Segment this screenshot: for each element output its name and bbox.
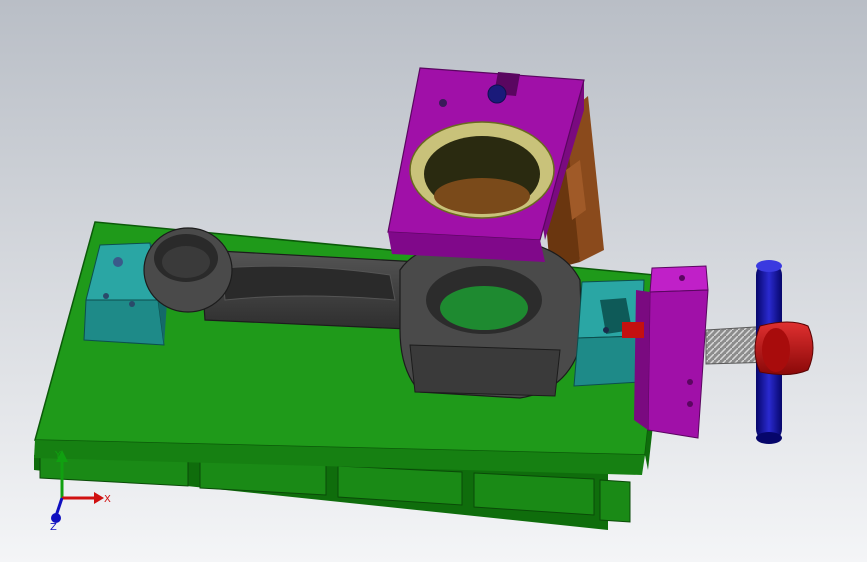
fixture-assembly-model[interactable]: Y X Z: [0, 0, 867, 562]
axis-x-label: X: [104, 494, 111, 505]
handle-knob-face: [762, 328, 790, 372]
screw-hole: [679, 275, 685, 281]
screw-hole: [603, 327, 609, 333]
bushing-bore-floor: [434, 178, 530, 214]
screw-hole: [113, 257, 123, 267]
rod-small-end-bore-inner: [162, 246, 210, 278]
screw-hole: [687, 379, 693, 385]
bracket-dowel-hole: [439, 99, 447, 107]
axis-z-label: Z: [50, 522, 57, 533]
screw-hole: [687, 401, 693, 407]
rod-big-end-bore-inner: [440, 286, 528, 330]
bracket-cap-screw: [487, 84, 507, 104]
handle-bar-top-cap: [756, 260, 782, 272]
cad-viewport[interactable]: Y X Z: [0, 0, 867, 562]
screw-hole: [129, 301, 135, 307]
axis-y-label: Y: [54, 450, 62, 461]
screw-hole: [103, 293, 109, 299]
screw-tip: [622, 322, 644, 338]
handle-bar-bottom-cap: [756, 432, 782, 444]
rod-cap: [409, 344, 561, 397]
